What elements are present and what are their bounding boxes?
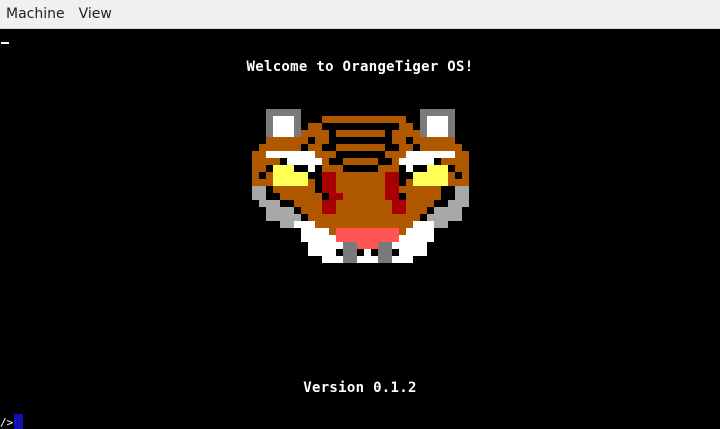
menu-bar: Machine View (0, 0, 720, 29)
text-cursor (1, 42, 9, 44)
menu-machine[interactable]: Machine (0, 0, 72, 29)
prompt-symbol: /> (0, 416, 14, 429)
prompt-cursor (14, 414, 24, 429)
menu-view[interactable]: View (72, 0, 119, 29)
welcome-message: Welcome to OrangeTiger OS! (246, 59, 474, 75)
version-text: Version 0.1.2 (303, 380, 417, 396)
vm-screen[interactable]: Welcome to OrangeTiger OS! Version 0.1.2… (0, 29, 720, 429)
tiger-logo-image (252, 109, 469, 263)
command-prompt[interactable]: /> (0, 413, 24, 429)
